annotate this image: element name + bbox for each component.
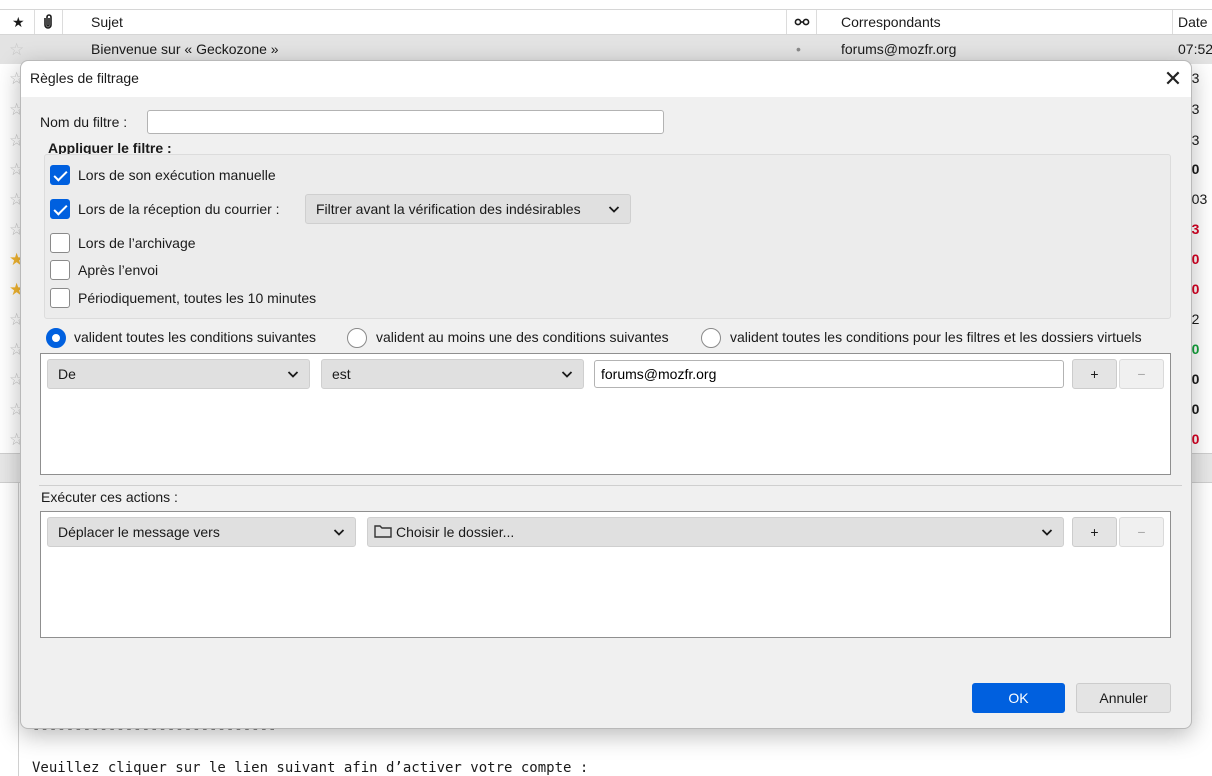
reception-timing-dropdown[interactable]: Filtrer avant la vérification des indési…: [305, 194, 631, 224]
section-divider: [39, 485, 1182, 486]
filter-name-input[interactable]: [147, 110, 664, 134]
star-column-icon[interactable]: ★: [12, 10, 25, 34]
actions-label: Exécuter ces actions :: [41, 489, 178, 505]
periodic-label[interactable]: Périodiquement, toutes les 10 minutes: [78, 290, 316, 306]
top-strip: [0, 0, 1212, 9]
action-type-dropdown[interactable]: Déplacer le message vers: [47, 517, 356, 547]
correspondents-column-header[interactable]: Correspondants: [841, 10, 941, 34]
after-send-checkbox[interactable]: [50, 260, 70, 280]
match-any-label[interactable]: valident au moins une des conditions sui…: [376, 329, 669, 345]
manual-run-label[interactable]: Lors de son exécution manuelle: [78, 167, 276, 183]
manual-run-checkbox[interactable]: [50, 165, 70, 185]
folder-icon: [374, 519, 392, 547]
mail-reception-label[interactable]: Lors de la réception du courrier :: [78, 201, 280, 217]
cancel-button[interactable]: Annuler: [1076, 683, 1171, 713]
filter-name-label: Nom du filtre :: [40, 114, 128, 130]
action-target-folder-dropdown[interactable]: Choisir le dossier...: [367, 517, 1064, 547]
chevron-down-icon: [1041, 526, 1053, 538]
star-icon[interactable]: ☆: [9, 35, 24, 64]
action-target-value: Choisir le dossier...: [396, 524, 515, 540]
add-action-button[interactable]: +: [1072, 517, 1117, 547]
chevron-down-icon: [287, 368, 299, 380]
action-type-value: Déplacer le message vers: [58, 524, 220, 540]
archiving-label[interactable]: Lors de l’archivage: [78, 235, 196, 251]
dialog-titlebar: Règles de filtrage ✕: [21, 61, 1191, 97]
close-icon[interactable]: ✕: [1159, 65, 1187, 93]
chevron-down-icon: [608, 203, 620, 215]
match-any-radio[interactable]: [347, 328, 367, 348]
dialog-title: Règles de filtrage: [30, 70, 139, 86]
attachment-column-icon[interactable]: [42, 13, 54, 37]
reception-timing-value: Filtrer avant la vérification des indési…: [316, 201, 581, 217]
read-status-column-icon[interactable]: [794, 10, 810, 34]
archiving-checkbox[interactable]: [50, 233, 70, 253]
thread-column-header: ★ Sujet Correspondants Date: [0, 9, 1212, 35]
condition-value-input[interactable]: [594, 360, 1064, 388]
chevron-down-icon: [333, 526, 345, 538]
mail-reception-checkbox[interactable]: [50, 199, 70, 219]
periodic-checkbox[interactable]: [50, 288, 70, 308]
chevron-down-icon: [561, 368, 573, 380]
condition-operator-value: est: [332, 366, 351, 382]
match-all-label[interactable]: valident toutes les conditions suivantes: [74, 329, 316, 345]
remove-action-button[interactable]: −: [1119, 517, 1164, 547]
subject-column-header[interactable]: Sujet: [91, 10, 123, 34]
condition-operator-dropdown[interactable]: est: [321, 359, 584, 389]
condition-attribute-dropdown[interactable]: De: [47, 359, 310, 389]
ok-button[interactable]: OK: [972, 683, 1065, 713]
message-body-line: Veuillez cliquer sur le lien suivant afi…: [32, 760, 589, 776]
match-all-virtual-radio[interactable]: [701, 328, 721, 348]
date-column-header[interactable]: Date: [1178, 10, 1208, 34]
after-send-label[interactable]: Après l’envoi: [78, 262, 158, 278]
condition-attribute-value: De: [58, 366, 76, 382]
filter-rules-dialog: Règles de filtrage ✕ Nom du filtre : App…: [20, 60, 1192, 729]
remove-condition-button[interactable]: −: [1119, 359, 1164, 389]
match-all-virtual-label[interactable]: valident toutes les conditions pour les …: [730, 329, 1142, 345]
add-condition-button[interactable]: +: [1072, 359, 1117, 389]
match-all-radio[interactable]: [46, 328, 66, 348]
